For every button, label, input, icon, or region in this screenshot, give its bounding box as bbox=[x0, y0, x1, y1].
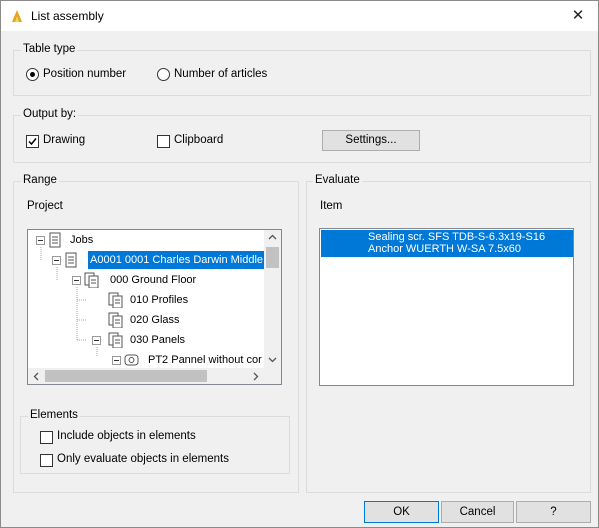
output-by-label: Output by: bbox=[21, 108, 79, 120]
tree-node-icon bbox=[84, 272, 99, 288]
close-icon: ✕ bbox=[571, 7, 585, 24]
tree-vertical-scrollbar[interactable] bbox=[264, 230, 281, 368]
settings-button[interactable]: Settings... bbox=[322, 130, 420, 151]
only-evaluate-checkbox[interactable] bbox=[40, 454, 53, 467]
list-item[interactable]: Sealing scr. SFS TDB-S-6.3x19-S16 Anchor… bbox=[321, 230, 573, 257]
tree-horizontal-scrollbar[interactable] bbox=[28, 368, 281, 384]
tree-item-label: A0001 0001 Charles Darwin Middle S bbox=[88, 251, 264, 269]
scroll-up-icon[interactable] bbox=[268, 234, 277, 240]
item-list[interactable]: Sealing scr. SFS TDB-S-6.3x19-S16 Anchor… bbox=[319, 228, 574, 386]
window-title: List assembly bbox=[31, 9, 104, 23]
include-objects-label[interactable]: Include objects in elements bbox=[57, 430, 196, 442]
number-of-articles-radio[interactable] bbox=[157, 68, 170, 81]
checkmark-icon bbox=[28, 138, 37, 146]
position-number-radio[interactable] bbox=[26, 68, 39, 81]
title-bar: List assembly ✕ bbox=[1, 1, 598, 31]
tree-node-icon bbox=[108, 312, 123, 328]
collapse-icon[interactable] bbox=[52, 256, 61, 265]
output-by-group bbox=[13, 115, 591, 163]
range-label: Range bbox=[21, 174, 59, 186]
elements-label: Elements bbox=[28, 409, 80, 421]
tree-item-label: PT2 Pannel without cor bbox=[148, 354, 262, 366]
tree-node-icon bbox=[108, 292, 123, 308]
item-line: Sealing scr. SFS TDB-S-6.3x19-S16 bbox=[368, 231, 546, 243]
collapse-icon[interactable] bbox=[92, 336, 101, 345]
cancel-button[interactable]: Cancel bbox=[441, 501, 514, 523]
position-number-label[interactable]: Position number bbox=[43, 68, 126, 80]
elements-group bbox=[20, 416, 290, 474]
item-label: Item bbox=[320, 200, 343, 212]
app-icon bbox=[12, 10, 22, 22]
evaluate-label: Evaluate bbox=[313, 174, 362, 186]
project-tree[interactable]: Jobs A0001 0001 Charles Darwin Middle S … bbox=[27, 229, 282, 385]
tree-node-icon bbox=[65, 252, 77, 268]
include-objects-checkbox[interactable] bbox=[40, 431, 53, 444]
scroll-thumb[interactable] bbox=[266, 247, 279, 268]
scroll-down-icon[interactable] bbox=[268, 357, 277, 363]
tree-item-label: 020 Glass bbox=[130, 314, 180, 326]
clipboard-label[interactable]: Clipboard bbox=[174, 134, 223, 146]
project-label: Project bbox=[27, 200, 63, 212]
list-assembly-dialog: List assembly ✕ Table type Position numb… bbox=[0, 0, 599, 528]
collapse-icon[interactable] bbox=[72, 276, 81, 285]
help-button[interactable]: ? bbox=[516, 501, 591, 523]
scroll-right-icon[interactable] bbox=[253, 372, 259, 381]
close-button[interactable]: ✕ bbox=[558, 1, 598, 31]
drawing-label[interactable]: Drawing bbox=[43, 134, 85, 146]
element-node-icon bbox=[124, 354, 139, 366]
only-evaluate-label[interactable]: Only evaluate objects in elements bbox=[57, 453, 229, 465]
collapse-icon[interactable] bbox=[36, 236, 45, 245]
clipboard-checkbox[interactable] bbox=[157, 135, 170, 148]
tree-node-icon bbox=[49, 232, 61, 248]
scroll-left-icon[interactable] bbox=[33, 372, 39, 381]
drawing-checkbox[interactable] bbox=[26, 135, 39, 148]
number-of-articles-label[interactable]: Number of articles bbox=[174, 68, 267, 80]
tree-item-label: 000 Ground Floor bbox=[110, 274, 197, 286]
table-type-label: Table type bbox=[21, 43, 78, 55]
collapse-icon[interactable] bbox=[112, 356, 121, 365]
ok-button[interactable]: OK bbox=[364, 501, 439, 523]
tree-content: Jobs A0001 0001 Charles Darwin Middle S … bbox=[28, 230, 264, 368]
tree-item-label: Jobs bbox=[70, 234, 94, 246]
tree-node-icon bbox=[108, 332, 123, 348]
tree-item-label: 030 Panels bbox=[130, 334, 186, 346]
tree-item-label: 010 Profiles bbox=[130, 294, 189, 306]
item-line: Anchor WUERTH W-SA 7.5x60 bbox=[368, 243, 522, 255]
scroll-thumb[interactable] bbox=[45, 370, 207, 382]
